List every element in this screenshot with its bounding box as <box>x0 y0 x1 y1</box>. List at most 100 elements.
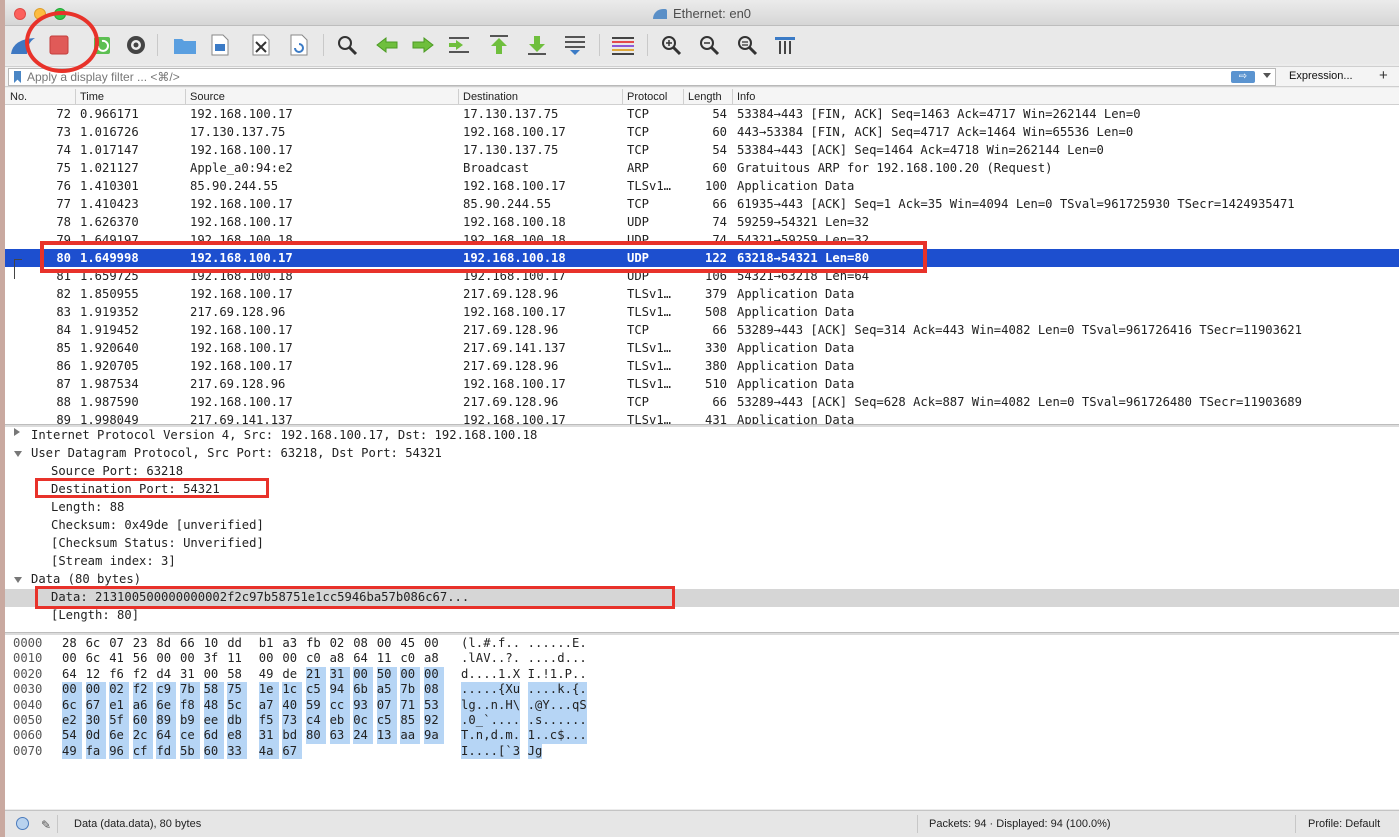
hex-byte: 6e <box>156 697 177 713</box>
display-filter-input[interactable] <box>27 69 1217 85</box>
detail-row-udp[interactable]: User Datagram Protocol, Src Port: 63218,… <box>5 445 1399 463</box>
packet-cell-no: 83 <box>56 305 71 319</box>
packet-row[interactable]: 87 1.987534 217.69.128.96 192.168.100.17 TLS… <box>5 375 1399 393</box>
collapse-triangle-icon[interactable] <box>14 451 22 457</box>
filter-history-dropdown-icon[interactable] <box>1263 73 1271 78</box>
packet-cell-no: 82 <box>56 287 71 301</box>
column-header-destination[interactable]: Destination <box>463 91 518 103</box>
hex-row[interactable]: 0010 00 6c 41 56 00 00 3f 11 00 00 c0 a8 64 11 c0 a8. l A V… <box>5 651 1399 666</box>
column-header-no[interactable]: No. <box>10 91 27 103</box>
detail-row-stream-index[interactable]: [Stream index: 3] <box>5 553 1399 571</box>
zoom-out-icon[interactable] <box>695 32 723 58</box>
hex-byte: 00 <box>62 682 82 698</box>
hex-row[interactable]: 0040 6c 67 e1 a6 6e f8 48 5c a7 40 59 cc 93 07 71 53 l g..… <box>5 697 1399 713</box>
hex-row[interactable]: 0000 28 6c 07 23 8d 66 10 dd b1 a3 fb 02 08 00 45 00(l. #… <box>5 636 1399 651</box>
packet-row[interactable]: 77 1.410423 192.168.100.17 85.90.244.55 TCP 6… <box>5 195 1399 213</box>
find-packet-icon[interactable] <box>333 32 361 58</box>
packet-cell-no: 88 <box>56 395 71 409</box>
apply-filter-icon[interactable]: ⇨ <box>1231 71 1255 83</box>
hex-byte: 07 <box>109 636 124 650</box>
last-packet-icon[interactable] <box>523 32 551 58</box>
packet-row[interactable]: 76 1.410301 85.90.244.55 192.168.100.17 TLSv… <box>5 177 1399 195</box>
hex-row[interactable]: 0020 64 12 f6 f2 d4 31 00 58 49 de 21 31 00 50 00 00 d...… <box>5 666 1399 683</box>
go-to-packet-icon[interactable] <box>445 32 473 58</box>
column-header-source[interactable]: Source <box>190 91 225 103</box>
hex-byte: 49 <box>62 743 82 760</box>
first-packet-icon[interactable] <box>485 32 513 58</box>
hex-byte: a7 <box>258 697 279 713</box>
edit-comment-icon[interactable]: ✎ <box>41 818 51 832</box>
column-header-time[interactable]: Time <box>80 91 104 103</box>
column-header-length[interactable]: Length <box>688 91 722 103</box>
hex-row[interactable]: 0060 54 0d 6e 2c 64 ce 6d e8 31 bd 80 63 24 13 aa 9a T. n,… <box>5 728 1399 744</box>
column-header-protocol[interactable]: Protocol <box>627 91 667 103</box>
packet-row[interactable]: 72 0.966171 192.168.100.17 17.130.137.75 TCP… <box>5 105 1399 123</box>
packet-cell-info: 443→53384 [FIN, ACK] Seq=4717 Ack=1464 W… <box>737 125 1134 139</box>
packet-cell-time: 1.998049 <box>80 413 139 424</box>
colorize-icon[interactable] <box>609 32 637 58</box>
packet-cell-dst: 192.168.100.17 <box>463 125 566 139</box>
packet-cell-len: 60 <box>712 161 727 175</box>
capture-options-icon[interactable] <box>122 32 150 58</box>
open-file-icon[interactable] <box>171 32 199 58</box>
detail-row-length[interactable]: Length: 88 <box>5 499 1399 517</box>
packet-row[interactable]: 88 1.987590 192.168.100.17 217.69.128.96 TCP… <box>5 393 1399 411</box>
normal-size-icon[interactable] <box>733 32 761 58</box>
hex-byte: 00 <box>282 651 298 666</box>
packet-row[interactable]: 74 1.017147 192.168.100.17 17.130.137.75 TCP… <box>5 141 1399 159</box>
packet-row[interactable]: 73 1.016726 17.130.137.75 192.168.100.17 TCP… <box>5 123 1399 141</box>
hex-byte: 0c <box>353 712 374 729</box>
collapse-triangle-icon[interactable] <box>14 577 22 583</box>
packet-cell-time: 1.410423 <box>80 197 139 211</box>
column-header-info[interactable]: Info <box>737 91 755 103</box>
detail-row-checksum-status[interactable]: [Checksum Status: Unverified] <box>5 535 1399 553</box>
packet-cell-proto: TCP <box>627 143 650 157</box>
detail-row-checksum[interactable]: Checksum: 0x49de [unverified] <box>5 517 1399 535</box>
packet-cell-len: 66 <box>712 197 727 211</box>
packet-cell-no: 75 <box>56 161 71 175</box>
reload-file-icon[interactable] <box>285 32 313 58</box>
hex-byte: 00 <box>400 666 421 683</box>
packet-row[interactable]: 83 1.919352 217.69.128.96 192.168.100.17 TLS… <box>5 303 1399 321</box>
bookmark-icon[interactable] <box>14 71 21 83</box>
hex-byte: 00 <box>424 636 439 650</box>
packet-row[interactable]: 86 1.920705 192.168.100.17 217.69.128.96 TLS… <box>5 357 1399 375</box>
hex-byte: 31 <box>329 666 350 683</box>
hex-byte: a8 <box>329 651 345 666</box>
hex-byte: c0 <box>400 651 416 666</box>
close-file-icon[interactable] <box>247 32 275 58</box>
detail-row-data-length[interactable]: [Length: 80] <box>5 607 1399 625</box>
packet-row[interactable]: 78 1.626370 192.168.100.17 192.168.100.18 UD… <box>5 213 1399 231</box>
status-profile[interactable]: Profile: Default <box>1308 818 1380 830</box>
go-forward-icon[interactable] <box>409 32 437 58</box>
packet-cell-no: 77 <box>56 197 71 211</box>
packet-cell-src: 192.168.100.17 <box>190 359 293 373</box>
hex-byte: 31 <box>258 728 279 744</box>
hex-byte: b9 <box>180 712 200 729</box>
hex-byte: 64 <box>156 728 177 744</box>
hex-byte: e2 <box>62 712 82 729</box>
add-filter-button[interactable]: + <box>1379 67 1388 84</box>
packet-row[interactable]: 75 1.021127 Apple_a0:94:e2 Broadcast ARP 60 Gr… <box>5 159 1399 177</box>
expand-triangle-icon[interactable] <box>14 428 20 436</box>
packet-row[interactable]: 84 1.919452 192.168.100.17 217.69.128.96 TCP… <box>5 321 1399 339</box>
hex-byte: 94 <box>329 682 350 698</box>
expert-info-icon[interactable] <box>16 817 29 830</box>
packet-row[interactable]: 89 1.998049 217.69.141.137 192.168.100.17 TL… <box>5 411 1399 424</box>
autoscroll-icon[interactable] <box>561 32 589 58</box>
hex-row[interactable]: 0050 e2 30 5f 60 89 b9 ee db f5 73 c4 eb 0c c5 85 92. 0 _ `… <box>5 712 1399 729</box>
go-back-icon[interactable] <box>373 32 401 58</box>
hex-byte: 6d <box>203 728 224 744</box>
packet-cell-len: 431 <box>704 413 727 424</box>
hex-byte: 53 <box>424 697 444 713</box>
resize-columns-icon[interactable] <box>771 32 799 58</box>
save-file-icon[interactable] <box>206 32 234 58</box>
packet-row[interactable]: 85 1.920640 192.168.100.17 217.69.141.137 TL… <box>5 339 1399 357</box>
expression-button[interactable]: Expression... <box>1289 70 1353 82</box>
hex-row[interactable]: 0030 00 00 02 f2 c9 7b 58 75 1e 1c c5 94 6b a5 7b 08....… <box>5 682 1399 698</box>
packet-row[interactable]: 82 1.850955 192.168.100.17 217.69.128.96 TLS… <box>5 285 1399 303</box>
detail-row-ipv4[interactable]: Internet Protocol Version 4, Src: 192.16… <box>5 427 1399 445</box>
hex-row[interactable]: 007049fa96cffd5b60334a67I....[`3 JgI....… <box>5 743 1399 760</box>
packet-cell-len: 74 <box>712 215 727 229</box>
zoom-in-icon[interactable] <box>657 32 685 58</box>
